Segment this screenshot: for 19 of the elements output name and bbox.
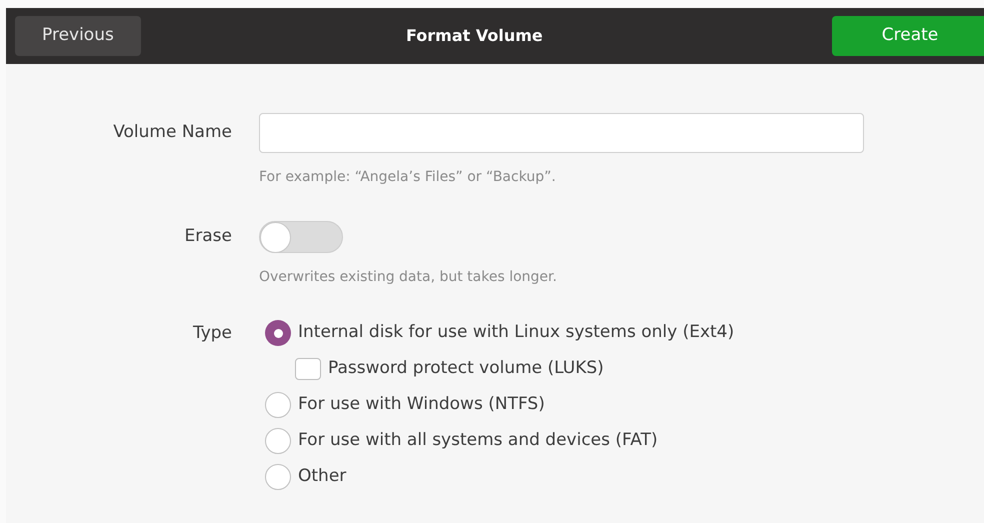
previous-button[interactable]: Previous (15, 16, 141, 56)
radio-button[interactable] (265, 464, 291, 490)
option-label: Password protect volume (LUKS) (328, 357, 604, 380)
field-label: Volume Name (112, 121, 232, 144)
radio-button[interactable] (265, 320, 291, 346)
field-label: Erase (184, 225, 232, 248)
field-label: Type (192, 322, 232, 345)
dialog-title: Format Volume (406, 25, 543, 47)
erase-switch[interactable] (259, 221, 343, 253)
radio-button[interactable] (265, 392, 291, 418)
option-label: For use with Windows (NTFS) (298, 393, 545, 416)
option-label: Other (298, 465, 346, 488)
volume-name-field[interactable] (259, 113, 864, 153)
option-label: Internal disk for use with Linux systems only (Ext4) (298, 321, 734, 344)
checkbox[interactable] (295, 358, 321, 380)
radio-button[interactable] (265, 428, 291, 454)
hint-text: For example: “Angela’s Files” or “Backup”. (259, 169, 556, 185)
hint-text: Overwrites existing data, but takes longer. (259, 269, 557, 285)
option-label: For use with all systems and devices (FAT) (298, 429, 658, 452)
